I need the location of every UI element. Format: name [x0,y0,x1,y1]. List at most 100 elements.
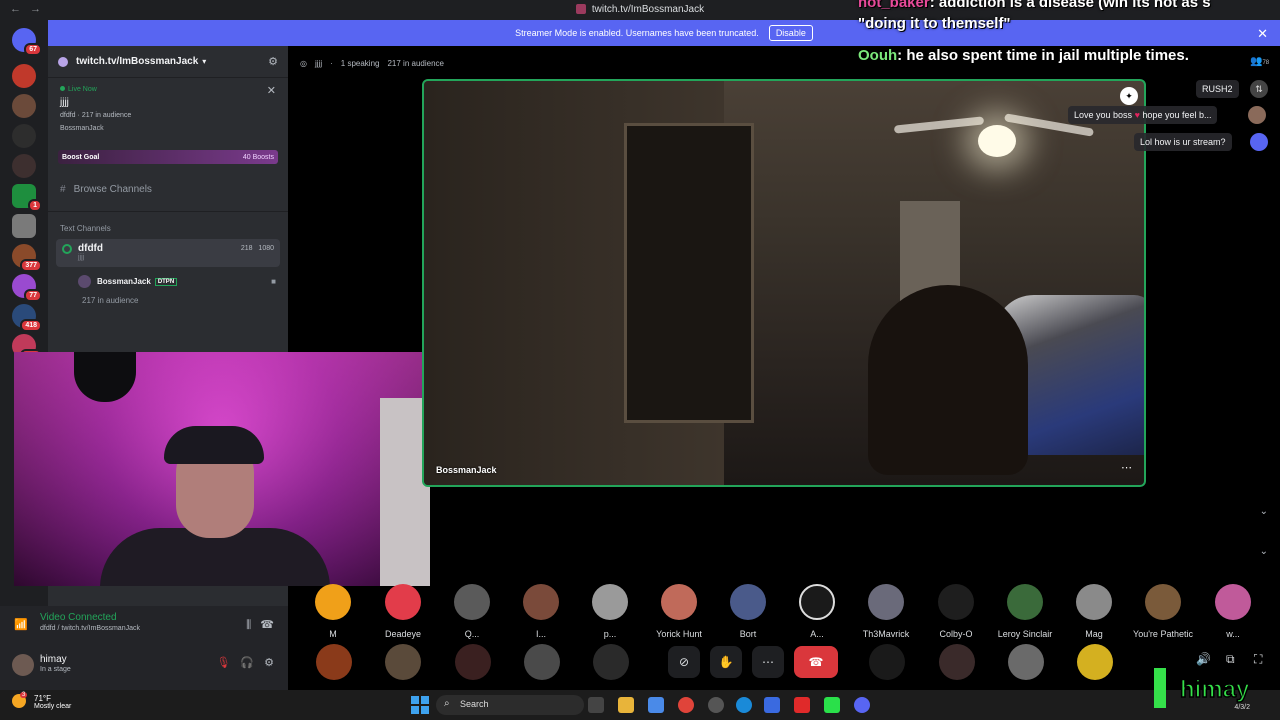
audience-member[interactable]: Leroy Sinclair [992,584,1058,639]
speaker-name: BossmanJack [97,277,151,286]
file-explorer-icon[interactable] [618,697,634,713]
server-icon[interactable]: 418 [12,304,42,332]
audience-member[interactable]: Bort [715,584,781,639]
youtube-icon[interactable] [794,697,810,713]
mic-muted-icon[interactable]: 🎙 [216,657,230,669]
audience-member[interactable]: Yorick Hunt [646,584,712,639]
edge-icon[interactable] [736,697,752,713]
speaker-row[interactable]: BossmanJack DTPN ■ [48,273,288,290]
more-options-icon[interactable]: ⋯ [752,646,784,678]
raise-hand-icon[interactable]: ✋ [710,646,742,678]
reaction-bubble: Love you boss ♥ hope you feel b... [1068,106,1218,124]
server-icon[interactable]: 377 [12,244,42,272]
audience-member[interactable]: M [300,584,366,639]
server-icon[interactable] [12,154,36,178]
audience-member[interactable]: Q... [439,584,505,639]
windows-start-icon[interactable] [411,696,429,714]
viewer-count: 218 [240,245,253,252]
store-icon[interactable] [764,697,780,713]
audience-member[interactable]: Colby-O [923,584,989,639]
fullscreen-icon[interactable]: ⛶ [1254,652,1262,667]
close-icon[interactable]: ✕ [267,84,276,97]
avatar [1076,584,1112,620]
disconnect-icon[interactable]: ☎ [260,619,274,631]
avatar [661,584,697,620]
weather-widget[interactable]: 3 71°F Mostly clear [12,692,72,710]
avatar[interactable] [1077,644,1113,680]
audience-member[interactable]: Mag [1061,584,1127,639]
members-icon[interactable]: 👥78 [1250,56,1269,67]
taskbar-search[interactable]: ⌕ Search [436,695,584,715]
chrome-icon[interactable] [678,697,694,713]
popout-icon[interactable]: ⧉ [1226,652,1235,667]
avatar[interactable] [12,654,34,676]
app-icon[interactable] [824,697,840,713]
audience-member[interactable]: I... [508,584,574,639]
member-name: M [329,629,337,639]
taskbar: 3 71°F Mostly clear ⌕ Search 4/3/2 [0,690,1280,720]
camera-off-icon[interactable]: ⊘ [668,646,700,678]
reaction-bubble: RUSH2 [1196,80,1239,98]
avatar[interactable] [939,644,975,680]
more-options-icon[interactable]: ⋯ [1121,461,1132,474]
task-view-icon[interactable] [588,697,604,713]
noise-icon[interactable]: ⫼ [246,619,251,631]
server-header[interactable]: twitch.tv/ImBossmanJack ▾ ⚙ [48,46,288,78]
audience-member[interactable]: w... [1200,584,1266,639]
focus-icon[interactable]: ✦ [1120,87,1138,105]
audience-member[interactable]: Th3Mavrick [853,584,919,639]
boost-goal-bar[interactable]: Boost Goal 40 Boosts [58,150,278,164]
avatar[interactable] [869,644,905,680]
app-icon[interactable] [648,697,664,713]
server-icon[interactable]: 77 [12,274,42,302]
chevron-down-icon[interactable]: ⌄ [1260,506,1268,517]
browse-channels-button[interactable]: Browse Channels [48,178,288,212]
video-speaker-name: BossmanJack [436,465,497,475]
weather-condition: Mostly clear [34,703,72,710]
avatar[interactable] [455,644,491,680]
speaker-tag: DTPN [154,277,178,286]
live-now-label: Live Now [60,86,276,93]
chevron-down-icon[interactable]: ⌄ [1260,546,1268,557]
avatar[interactable] [524,644,560,680]
member-name: Mag [1085,629,1103,639]
avatar [523,584,559,620]
headset-icon[interactable]: 🎧 [240,657,254,669]
audience-member[interactable]: p... [577,584,643,639]
stage-channel[interactable]: dfdfd jjjj 218 1080 [56,239,280,267]
volume-icon[interactable]: 🔊 [1196,652,1211,666]
avatar [78,275,91,288]
avatar[interactable] [593,644,629,680]
audience-member[interactable]: A... [784,584,850,639]
avatar[interactable] [1008,644,1044,680]
stage-settings-icon[interactable]: ⇅ [1250,80,1268,98]
member-name: A... [810,629,824,639]
signal-icon: 📶 [14,619,28,631]
weather-badge: 3 [20,692,28,698]
discord-icon[interactable] [854,697,870,713]
member-name: Yorick Hunt [656,629,702,639]
audience-member[interactable]: You're Pathetic [1130,584,1196,639]
avatar[interactable] [316,644,352,680]
disable-button[interactable]: Disable [768,25,813,41]
reaction-text: Love you boss [1074,110,1133,120]
server-icon[interactable] [12,124,36,148]
audience-member[interactable]: Deadeye [370,584,436,639]
camera-icon: ■ [271,277,276,286]
settings-gear-icon[interactable]: ⚙ [264,657,274,669]
badge: 418 [20,319,42,332]
live-card[interactable]: Live Now jjjj dfdfd · 217 in audience Bo… [48,78,288,140]
invite-icon[interactable]: ⚙ [268,55,278,68]
app-icon[interactable] [708,697,724,713]
discord-home-icon[interactable]: 67 [12,28,42,56]
avatar[interactable] [385,644,421,680]
leave-call-button[interactable]: ☎ [794,646,838,678]
speaker-video[interactable]: ✦ BossmanJack ⋯ [422,79,1146,487]
category-header[interactable]: Text Channels [48,212,288,239]
reaction-bubble: Lol how is ur stream? [1134,133,1232,151]
badge: 67 [24,43,42,56]
server-icon[interactable] [12,94,36,118]
server-icon[interactable] [12,64,36,88]
server-icon[interactable] [12,214,36,238]
server-icon[interactable]: 1 [12,184,42,212]
